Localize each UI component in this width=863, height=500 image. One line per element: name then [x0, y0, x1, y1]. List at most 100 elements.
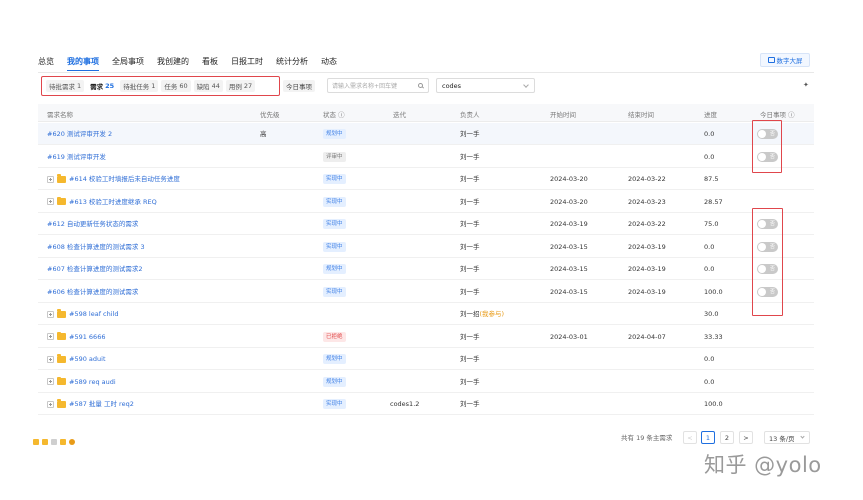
nav-activity[interactable]: 动态 — [321, 57, 337, 67]
col-today[interactable]: 今日事项 ⓘ — [760, 109, 795, 119]
progress-value: 75.0 — [704, 220, 719, 228]
expand-icon[interactable] — [47, 175, 54, 183]
requirement-name[interactable]: #590 aduit — [47, 354, 106, 363]
expand-icon[interactable] — [47, 355, 54, 363]
table-row[interactable]: #620 测试评审开发 2 高规划中 刘一手 0.0 否 — [38, 123, 814, 145]
nav-created-by-me[interactable]: 我创建的 — [157, 57, 189, 67]
nav-my-items[interactable]: 我的事项 — [67, 57, 99, 71]
table-row[interactable]: #587 批量 工时 req2 实现中 codes1.2 刘一手 100.0 — [38, 393, 814, 415]
requirement-name[interactable]: #614 校验工时填报后未自动任务进度 — [47, 174, 180, 183]
col-name[interactable]: 需求名称 — [47, 109, 73, 119]
table-row[interactable]: #598 leaf child 刘一招(我参与) 30.0 — [38, 303, 814, 325]
requirement-name-text[interactable]: #607 检查计算进度的测试需求2 — [47, 265, 143, 273]
requirement-name-text[interactable]: #606 检查计算进度的测试需求 — [47, 288, 138, 296]
search-input[interactable]: 请输入需求名称+回车键 — [327, 78, 429, 93]
requirement-name[interactable]: #598 leaf child — [47, 309, 119, 318]
requirement-name[interactable]: #591 6666 — [47, 331, 105, 341]
requirement-name-text[interactable]: #598 leaf child — [69, 310, 119, 318]
filter-chip-tasks[interactable]: 任务 60 — [161, 80, 191, 92]
project-select[interactable]: codes — [436, 78, 535, 93]
table-row[interactable]: #613 校验工时进度继承 REQ 实现中 刘一手 2024-03-20 2024-03… — [38, 191, 814, 213]
status-badge[interactable]: 已拒绝 — [323, 331, 346, 342]
status-badge[interactable]: 规划中 — [323, 354, 346, 364]
filter-chip-requirements[interactable]: 需求 25 — [87, 80, 118, 92]
col-progress[interactable]: 进度 — [704, 109, 717, 119]
expand-icon[interactable] — [47, 378, 54, 385]
requirement-name-text[interactable]: #608 检查计算进度的测试需求 3 — [47, 243, 145, 251]
pagination-prev[interactable]: < — [683, 431, 697, 444]
table-row[interactable]: #590 aduit 规划中 刘一手 0.0 — [38, 348, 814, 370]
search-icon[interactable] — [418, 83, 423, 88]
nav-statistics[interactable]: 统计分析 — [276, 57, 308, 67]
mail-icon[interactable] — [42, 439, 48, 445]
table-icon[interactable] — [60, 439, 66, 445]
requirement-name-text[interactable]: #591 6666 — [69, 333, 105, 341]
requirement-name-text[interactable]: #620 测试评审开发 2 — [47, 130, 112, 138]
status-badge[interactable]: 规划中 — [323, 376, 346, 387]
requirement-name[interactable]: #587 批量 工时 req2 — [47, 399, 134, 408]
expand-icon[interactable] — [47, 400, 54, 408]
col-priority[interactable]: 优先级 — [260, 109, 280, 119]
pagination-next[interactable]: > — [739, 431, 753, 444]
requirement-name-text[interactable]: #587 批量 工时 req2 — [69, 400, 134, 408]
requirement-name-text[interactable]: #614 校验工时填报后未自动任务进度 — [69, 175, 180, 183]
table-row[interactable]: #619 测试评审开发 评审中 刘一手 0.0 否 — [38, 146, 814, 168]
requirement-name[interactable]: #612 自动更新任务状态的需求 — [47, 220, 138, 228]
status-badge[interactable]: 规划中 — [323, 129, 346, 139]
col-owner[interactable]: 负责人 — [460, 109, 480, 119]
nav-overview[interactable]: 总览 — [38, 57, 54, 67]
requirement-name-text[interactable]: #619 测试评审开发 — [47, 153, 106, 161]
pagination-page-2[interactable]: 2 — [720, 431, 734, 444]
status-badge[interactable]: 规划中 — [323, 264, 346, 274]
filter-chip-today[interactable]: 今日事项 — [283, 80, 315, 92]
col-start[interactable]: 开始时间 — [550, 109, 576, 119]
requirement-name-text[interactable]: #589 req audi — [69, 378, 116, 386]
nav-daily-hours[interactable]: 日报工时 — [231, 57, 263, 67]
table-row[interactable]: #607 检查计算进度的测试需求2 规划中 刘一手 2024-03-15 2024-03… — [38, 258, 814, 280]
expand-icon[interactable] — [47, 198, 54, 205]
col-iteration[interactable]: 迭代 — [393, 109, 406, 119]
table-row[interactable]: #606 检查计算进度的测试需求 实现中 刘一手 2024-03-15 2024-03-… — [38, 281, 814, 303]
status-badge[interactable]: 实现中 — [323, 174, 346, 184]
table-row[interactable]: #589 req audi 规划中 刘一手 0.0 — [38, 371, 814, 393]
col-status[interactable]: 状态 ⓘ — [323, 109, 345, 119]
owner-name: 刘一手 — [460, 355, 480, 363]
filter-chip-test-cases[interactable]: 用例 27 — [225, 80, 256, 92]
col-end[interactable]: 结束时间 — [628, 109, 654, 119]
requirement-name[interactable]: #620 测试评审开发 2 — [47, 130, 112, 138]
status-badge[interactable]: 实现中 — [323, 399, 346, 409]
table-row[interactable]: #614 校验工时填报后未自动任务进度 实现中 刘一手 2024-03-20 2024-… — [38, 168, 814, 190]
requirement-name-text[interactable]: #612 自动更新任务状态的需求 — [47, 220, 138, 228]
page-size-select[interactable]: 13 条/页 — [764, 431, 810, 444]
export-icon[interactable] — [33, 439, 39, 445]
requirement-name[interactable]: #619 测试评审开发 — [47, 153, 106, 161]
expand-icon[interactable] — [47, 310, 54, 318]
table-row[interactable]: #612 自动更新任务状态的需求 实现中 刘一手 2024-03-19 2024-03-… — [38, 213, 814, 235]
filter-chip-pending-requirements[interactable]: 待批需求 1 — [46, 80, 85, 92]
status-badge[interactable]: 实现中 — [323, 241, 346, 252]
nav-global-items[interactable]: 全局事项 — [112, 57, 144, 67]
requirement-name[interactable]: #589 req audi — [47, 376, 116, 386]
filter-chip-pending-tasks[interactable]: 待批任务 1 — [120, 80, 159, 92]
status-badge[interactable]: 实现中 — [323, 196, 346, 207]
requirement-name[interactable]: #613 校验工时进度继承 REQ — [47, 196, 157, 206]
settings-icon[interactable] — [69, 439, 75, 445]
requirement-name-text[interactable]: #590 aduit — [69, 355, 106, 363]
pin-icon[interactable]: ✦ — [803, 82, 809, 89]
status-badge[interactable]: 实现中 — [323, 286, 346, 297]
nav-kanban[interactable]: 看板 — [202, 57, 218, 67]
expand-icon[interactable] — [47, 333, 54, 340]
requirement-name[interactable]: #607 检查计算进度的测试需求2 — [47, 265, 143, 273]
user-icon[interactable] — [51, 439, 57, 445]
dashboard-button[interactable]: 数字大屏 — [760, 53, 810, 67]
table-row[interactable]: #608 检查计算进度的测试需求 3 实现中 刘一手 2024-03-15 2024-0… — [38, 236, 814, 258]
requirement-name[interactable]: #608 检查计算进度的测试需求 3 — [47, 243, 145, 251]
requirement-name-text[interactable]: #613 校验工时进度继承 REQ — [69, 198, 157, 206]
table-row[interactable]: #591 6666 已拒绝 刘一手 2024-03-01 2024-04-07 33.33 — [38, 326, 814, 348]
filter-chip-bugs[interactable]: 缺陷 44 — [193, 80, 223, 92]
requirement-name[interactable]: #606 检查计算进度的测试需求 — [47, 288, 138, 296]
pagination-page-1[interactable]: 1 — [701, 431, 715, 444]
status-badge[interactable]: 评审中 — [323, 151, 346, 162]
progress-value: 28.57 — [704, 197, 723, 206]
status-badge[interactable]: 实现中 — [323, 219, 346, 229]
